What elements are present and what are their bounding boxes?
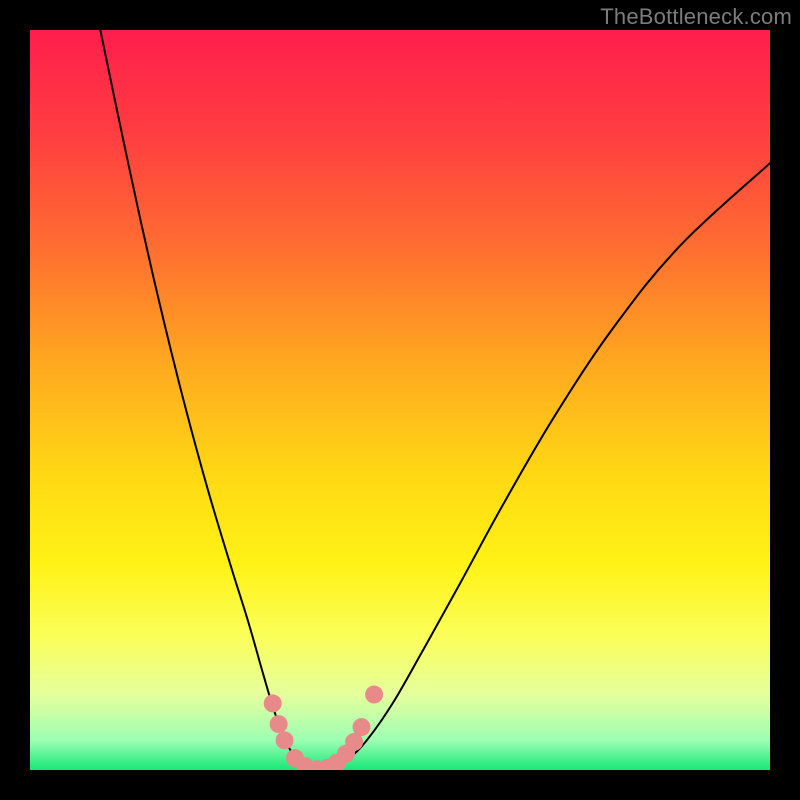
marker-dot bbox=[270, 715, 288, 733]
marker-dot bbox=[276, 731, 294, 749]
marker-dot bbox=[264, 694, 282, 712]
chart-svg bbox=[30, 30, 770, 770]
plot-area bbox=[30, 30, 770, 770]
watermark-text: TheBottleneck.com bbox=[600, 4, 792, 30]
marker-dot bbox=[365, 686, 383, 704]
marker-dot bbox=[353, 718, 371, 736]
chart-background bbox=[30, 30, 770, 770]
chart-frame: TheBottleneck.com bbox=[0, 0, 800, 800]
